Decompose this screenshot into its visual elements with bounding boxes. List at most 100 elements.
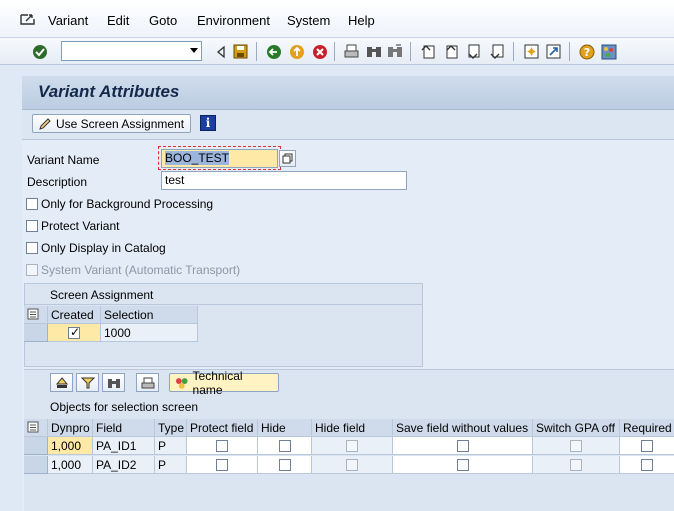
help-icon[interactable]: ?	[578, 43, 595, 60]
checkbox-box[interactable]	[26, 198, 38, 210]
column-header-selection-screen[interactable]: Selection Screen	[101, 306, 198, 336]
required-cell[interactable]	[620, 456, 674, 474]
back-arrow-icon[interactable]	[212, 43, 229, 60]
column-header-created[interactable]: Created	[48, 306, 101, 324]
row-selector[interactable]	[24, 437, 48, 455]
technical-name-icon	[175, 377, 188, 389]
column-header-hide-field[interactable]: Hide field	[258, 419, 312, 449]
screen-assignment-title: Screen Assignment	[50, 288, 154, 302]
save-without-values-cell[interactable]	[393, 456, 533, 474]
command-field[interactable]	[61, 41, 202, 61]
checkbox-box	[570, 458, 582, 471]
created-cell[interactable]: ✓	[48, 324, 101, 342]
chevron-down-icon[interactable]	[190, 48, 198, 53]
info-icon[interactable]: i	[200, 115, 216, 131]
column-header-field-name[interactable]: Field name	[93, 419, 155, 449]
column-header-required[interactable]: Required	[620, 419, 674, 437]
find-next-icon[interactable]	[386, 43, 403, 60]
sort-ascending-button[interactable]	[50, 373, 73, 392]
cancel-icon[interactable]	[311, 43, 328, 60]
create-session-icon[interactable]	[523, 43, 540, 60]
back-icon[interactable]	[265, 43, 282, 60]
checkbox-box[interactable]	[641, 439, 653, 452]
dynpro-cell[interactable]: 1,000	[48, 456, 93, 474]
column-header-dynpro[interactable]: Dynpro	[48, 419, 93, 437]
dynpro-cell[interactable]: 1,000	[48, 437, 93, 455]
type-cell[interactable]: P	[155, 437, 187, 455]
menu-variant[interactable]: Variant	[48, 13, 88, 28]
menu-edit[interactable]: Edit	[107, 13, 129, 28]
selection-screen-cell[interactable]: 1000	[101, 324, 198, 342]
checkbox-display-in-catalog[interactable]: Only Display in Catalog	[26, 241, 166, 255]
copy-button[interactable]	[279, 150, 296, 167]
checkbox-label: System Variant (Automatic Transport)	[41, 263, 241, 277]
checkbox-box	[570, 439, 582, 452]
hide-field-cell[interactable]	[258, 456, 312, 474]
exit-icon[interactable]	[288, 43, 305, 60]
objects-title: Objects for selection screen	[50, 400, 199, 414]
last-page-icon[interactable]	[489, 43, 506, 60]
checkbox-box[interactable]	[278, 439, 291, 452]
filter-button[interactable]	[76, 373, 99, 392]
field-name-cell[interactable]: PA_ID1	[93, 437, 155, 455]
print-button[interactable]	[136, 373, 159, 392]
menu-environment[interactable]: Environment	[197, 13, 270, 28]
column-header-save-without-values[interactable]: Save field without values	[393, 419, 533, 437]
shortcut-icon[interactable]	[545, 43, 562, 60]
checkbox-background-processing[interactable]: Only for Background Processing	[26, 197, 213, 211]
select-all-icon[interactable]	[24, 306, 48, 324]
checkbox-system-variant: System Variant (Automatic Transport)	[26, 263, 240, 277]
checkbox-box[interactable]	[278, 458, 291, 471]
checkbox-box[interactable]	[641, 458, 653, 471]
checkbox-label: Only Display in Catalog	[41, 241, 166, 255]
menu-system[interactable]: System	[287, 13, 330, 28]
page-title: Variant Attributes	[38, 82, 180, 101]
checkbox-box[interactable]	[456, 458, 469, 471]
enter-check-icon[interactable]	[31, 43, 48, 60]
find-icon[interactable]	[365, 43, 382, 60]
checkbox-box[interactable]	[26, 220, 38, 232]
previous-page-icon[interactable]	[443, 43, 460, 60]
title-bar: Variant Attributes	[22, 76, 674, 110]
protect-field-cell[interactable]	[187, 437, 258, 455]
technical-name-button[interactable]: Technical name	[169, 369, 279, 397]
first-page-icon[interactable]	[420, 43, 437, 60]
column-header-switch-gpa-off[interactable]: Switch GPA off	[533, 419, 620, 437]
checkbox-box[interactable]	[26, 242, 38, 254]
type-cell[interactable]: P	[155, 456, 187, 474]
variant-name-field[interactable]: BOO_TEST	[161, 149, 278, 168]
save-without-values-cell[interactable]	[393, 437, 533, 455]
description-field[interactable]: test	[161, 171, 407, 190]
column-header-type[interactable]: Type	[155, 419, 187, 437]
save-icon[interactable]	[232, 43, 249, 60]
column-header-hide-field-to[interactable]: Hide field 'TO'	[312, 419, 393, 449]
hide-field-to-cell	[312, 456, 393, 474]
created-checkbox[interactable]: ✓	[68, 325, 80, 339]
window-menu-icon[interactable]	[20, 12, 36, 26]
pencil-icon	[39, 117, 51, 130]
checkbox-box[interactable]	[216, 439, 228, 452]
checkbox-box[interactable]	[456, 439, 469, 452]
checkbox-protect-variant[interactable]: Protect Variant	[26, 219, 119, 233]
menu-help[interactable]: Help	[348, 13, 375, 28]
menu-goto[interactable]: Goto	[149, 13, 177, 28]
row-selector[interactable]	[24, 324, 48, 342]
checkbox-box[interactable]	[216, 458, 228, 471]
customize-layout-icon[interactable]	[600, 43, 617, 60]
copy-icon	[282, 153, 293, 164]
print-icon	[141, 377, 154, 388]
row-selector[interactable]	[24, 456, 48, 474]
select-all-icon[interactable]	[24, 419, 48, 437]
protect-field-cell[interactable]	[187, 456, 258, 474]
use-screen-assignment-button[interactable]: Use Screen Assignment	[32, 114, 191, 133]
print-icon[interactable]	[343, 43, 360, 60]
switch-gpa-off-cell	[533, 456, 620, 474]
required-cell[interactable]	[620, 437, 674, 455]
field-name-cell[interactable]: PA_ID2	[93, 456, 155, 474]
switch-gpa-off-cell	[533, 437, 620, 455]
find-button[interactable]	[102, 373, 125, 392]
column-header-protect-field[interactable]: Protect field	[187, 419, 258, 437]
hide-field-cell[interactable]	[258, 437, 312, 455]
technical-name-label: Technical name	[192, 368, 243, 397]
next-page-icon[interactable]	[465, 43, 482, 60]
